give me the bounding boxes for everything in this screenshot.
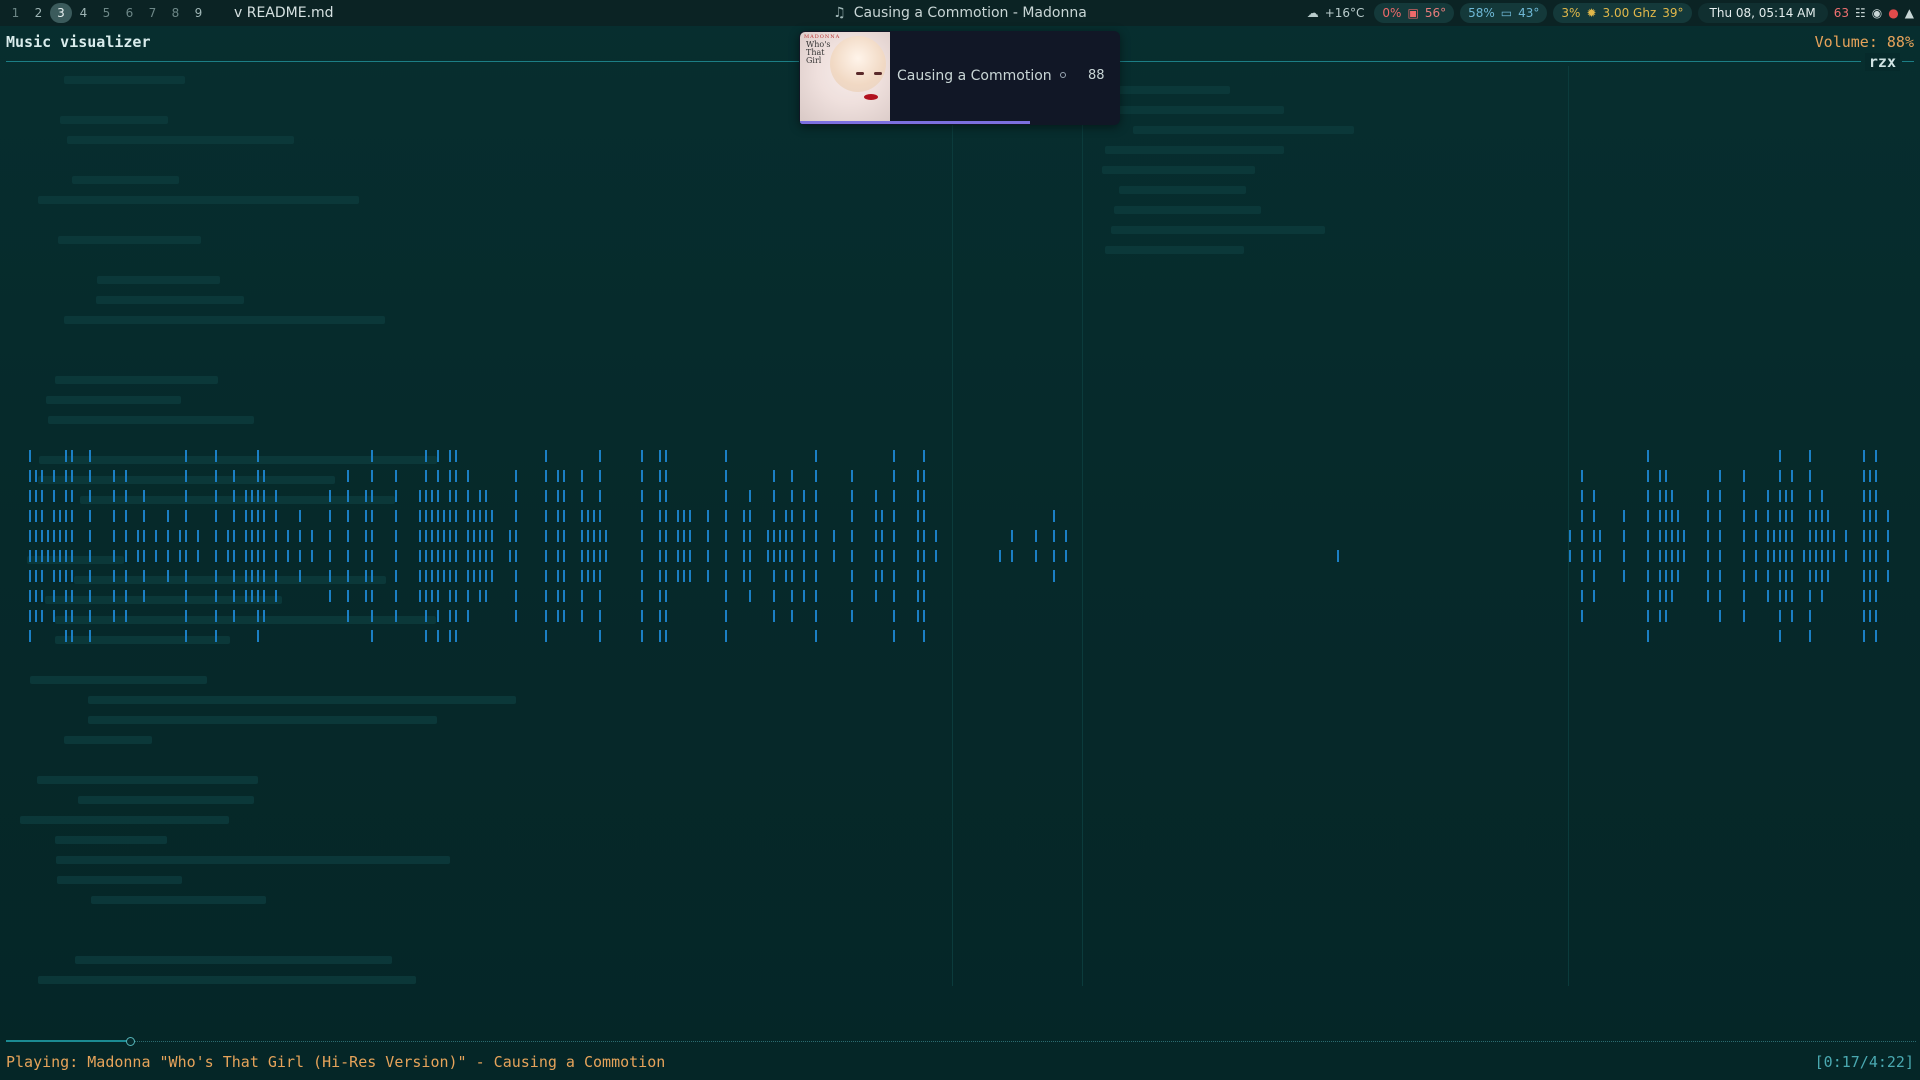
media-notification[interactable]: MADONNA Who's That Girl Causing a Commot… (799, 31, 1120, 125)
track-time: [0:17/4:22] (1814, 1053, 1914, 1071)
player-status: Playing: Madonna "Who's That Girl (Hi-Re… (6, 1053, 665, 1071)
notification-value: 88 (1088, 68, 1105, 83)
notification-progress-fill (800, 121, 1030, 124)
notification-title: Causing a Commotion (897, 68, 1052, 84)
seek-track[interactable] (6, 1041, 1916, 1043)
seek-played (6, 1040, 131, 1042)
album-cover: MADONNA Who's That Girl (800, 32, 890, 121)
notification-progress (800, 121, 1119, 124)
separator-dot-icon (1060, 72, 1066, 78)
desktop-screen: { "topbar": { "workspaces": [ {"label": … (0, 0, 1920, 1080)
status-label: Playing: (6, 1053, 79, 1071)
visualizer-bars (29, 450, 1889, 642)
status-track: Madonna "Who's That Girl (Hi-Res Version… (87, 1053, 666, 1071)
